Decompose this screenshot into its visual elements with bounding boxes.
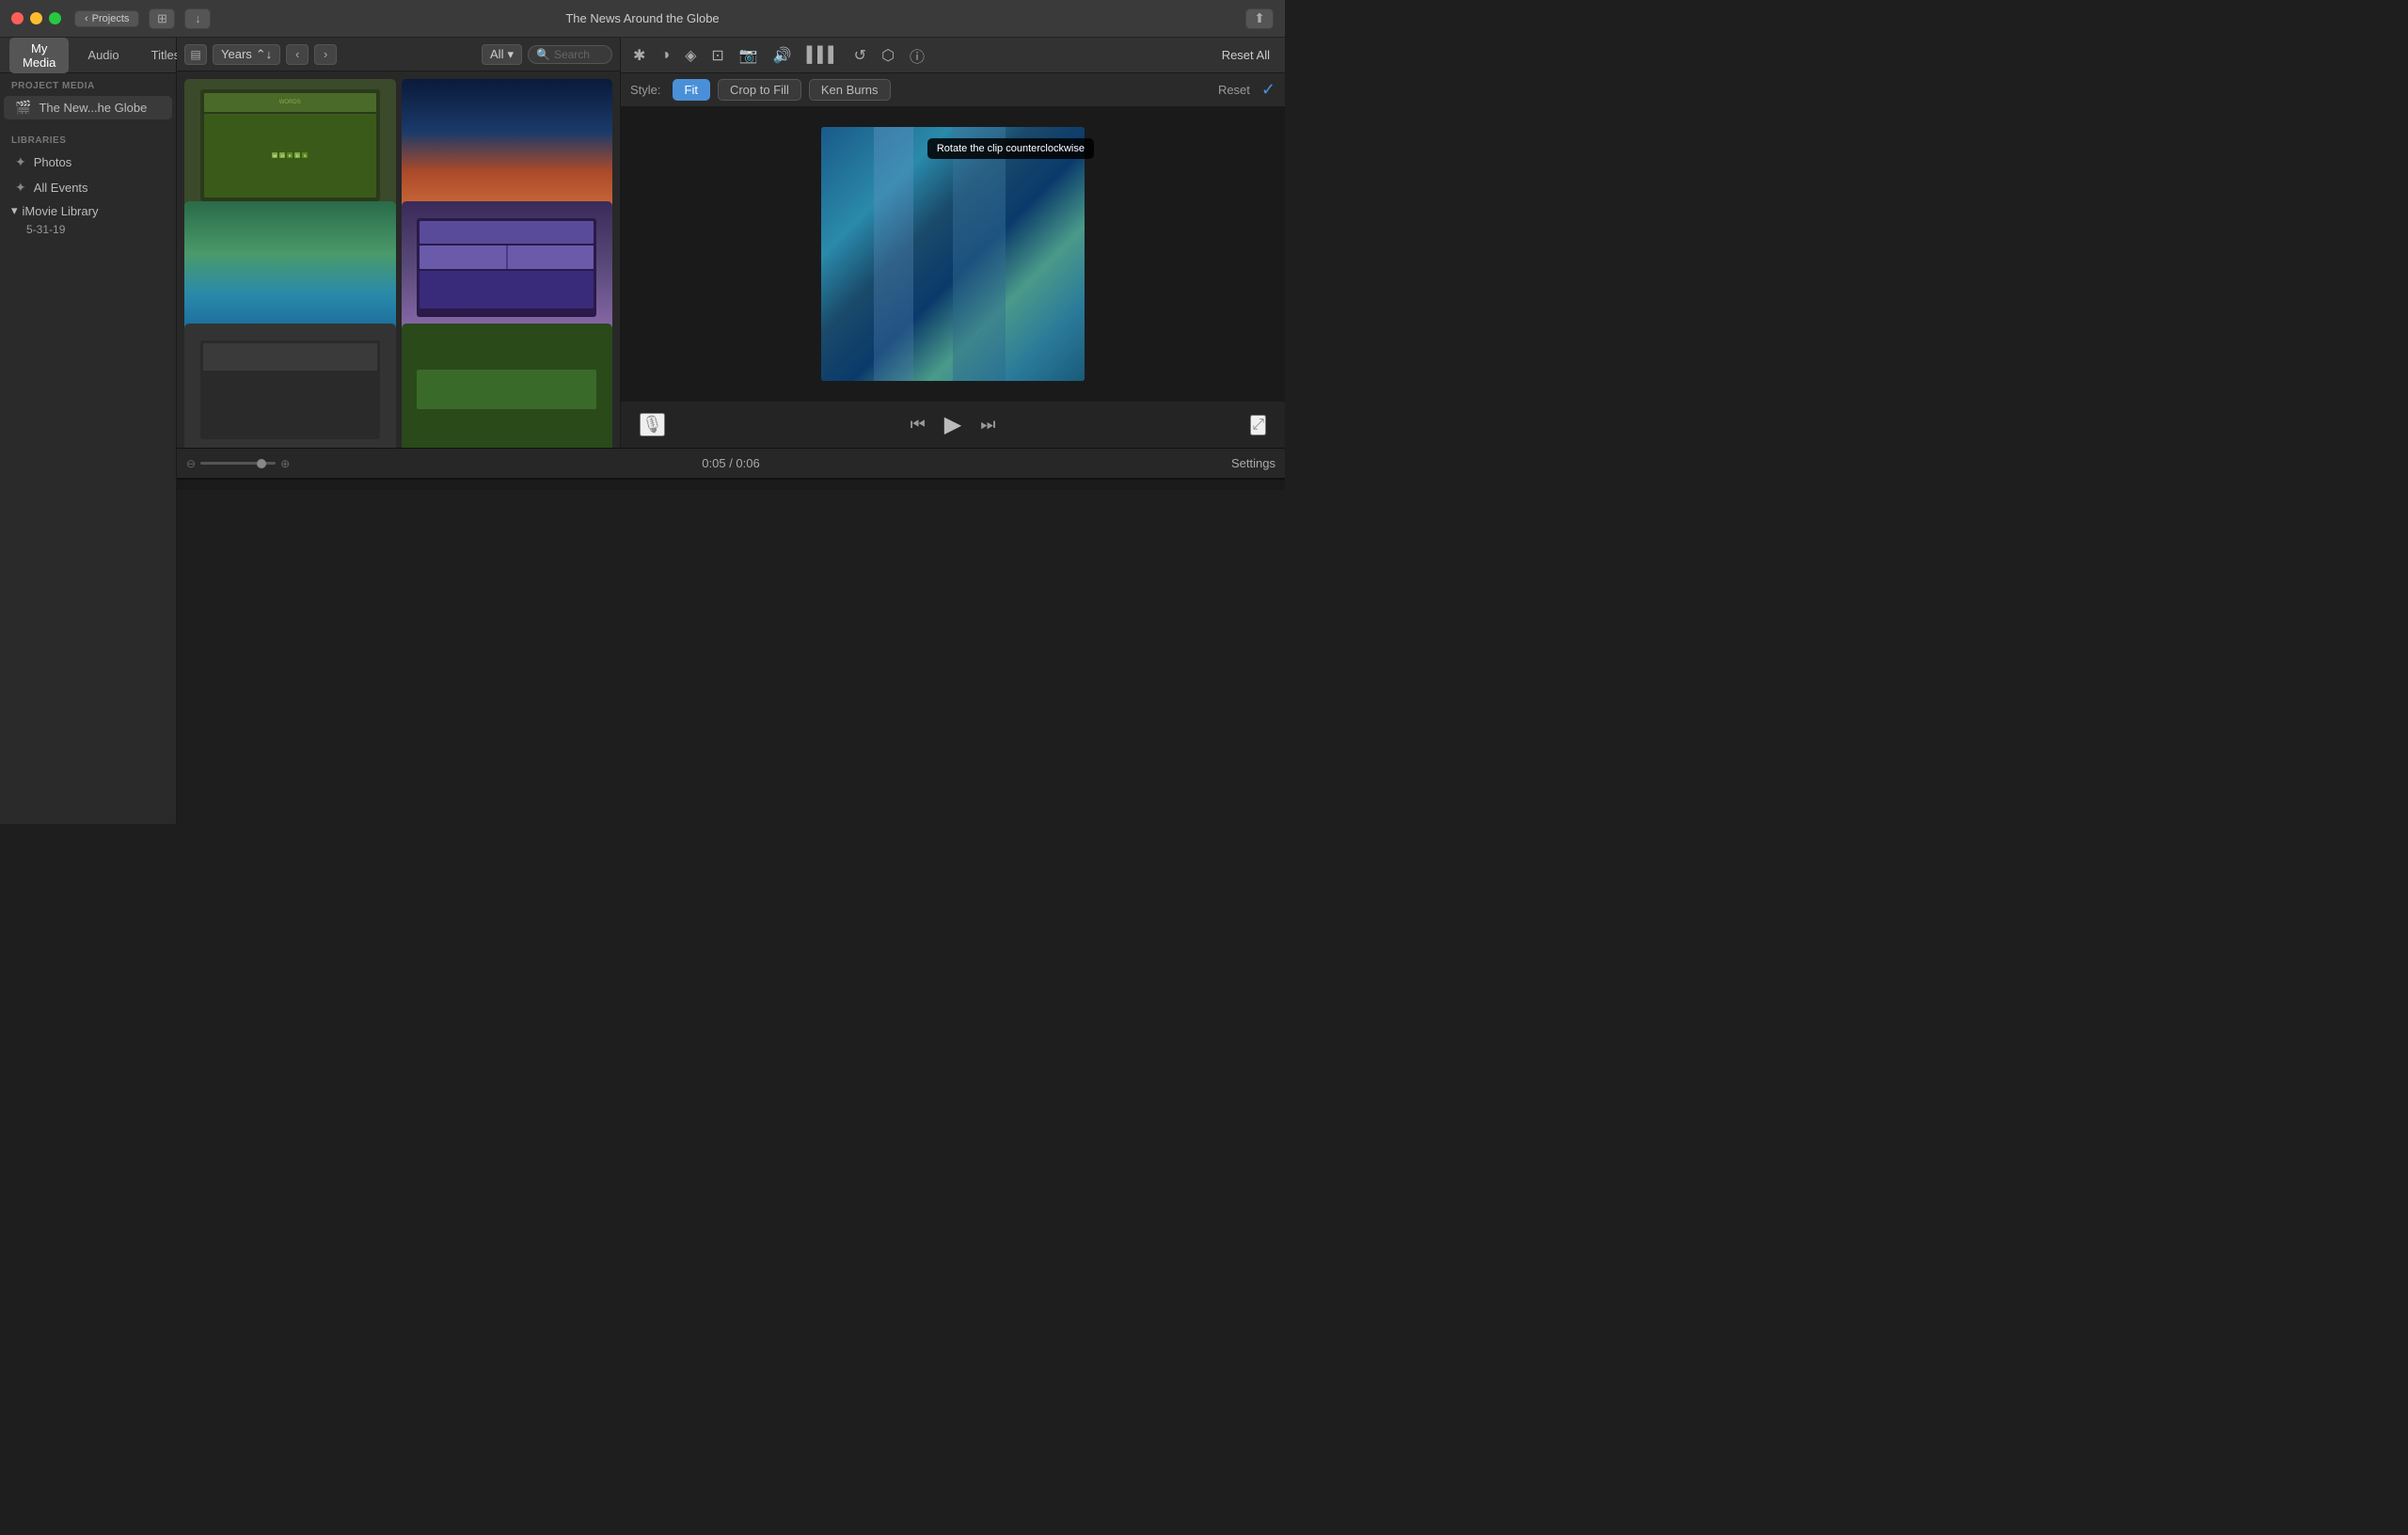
titlebar-icons: ⊞ ↓ — [149, 8, 211, 29]
timeline-section: ⊖ ⊕ 0:05 / 0:06 Settings — [177, 448, 1285, 824]
nav-left-button[interactable]: ‹ — [286, 44, 309, 65]
overlay-icon[interactable]: ⬡ — [879, 43, 897, 68]
sidebar-item-date[interactable]: 5-31-19 — [0, 221, 176, 238]
libraries-label: LIBRARIES — [0, 128, 176, 150]
tab-audio[interactable]: Audio — [74, 44, 132, 66]
share-button[interactable]: ⬆ — [1245, 8, 1274, 29]
all-events-icon: ✦ — [15, 180, 26, 196]
reset-all-button[interactable]: Reset All — [1216, 46, 1275, 64]
zoom-in-icon: ⊕ — [280, 457, 290, 470]
volume-icon[interactable]: 🔊 — [770, 43, 795, 68]
sidebar-item-project[interactable]: 🎬 The New...he Globe — [4, 96, 172, 119]
chevron-down-icon: ▾ — [11, 203, 18, 218]
media-toolbar: ▤ Years ⌃↓ ‹ › All ▾ 🔍 Sea — [177, 38, 620, 71]
media-thumb-1[interactable]: WORDS W O R D S — [184, 79, 396, 211]
sidebar-item-photos[interactable]: ✦ Photos — [4, 150, 172, 174]
project-name: The New...he Globe — [39, 101, 147, 115]
crop-icon[interactable]: ⊡ — [708, 43, 726, 68]
reset-button[interactable]: Reset — [1218, 83, 1250, 97]
app-body: My Media Audio Titles Backgrounds Transi… — [0, 38, 1285, 824]
skip-forward-button[interactable]: ⏭ — [980, 415, 995, 435]
minimize-button[interactable] — [30, 12, 42, 24]
mic-button[interactable]: 🎙 — [640, 413, 665, 436]
app-window: ‹ Projects ⊞ ↓ The News Around the Globe… — [0, 0, 1285, 824]
media-thumb-6[interactable] — [402, 324, 613, 448]
speed-icon[interactable]: ↺ — [851, 43, 869, 68]
all-selector[interactable]: All ▾ — [482, 44, 522, 65]
nav-right-button[interactable]: › — [314, 44, 337, 65]
years-selector[interactable]: Years ⌃↓ — [213, 44, 280, 65]
project-media-label: PROJECT MEDIA — [0, 73, 176, 95]
tab-my-media[interactable]: My Media — [9, 38, 69, 73]
style-controls: Style: Fit Crop to Fill Ken Burns Reset … — [621, 73, 1285, 107]
camera-icon[interactable]: 📷 — [737, 43, 761, 68]
timeline-scrollbar[interactable] — [177, 479, 1285, 490]
media-thumb-2[interactable] — [402, 79, 613, 211]
download-icon[interactable]: ↓ — [184, 8, 211, 29]
fit-button[interactable]: Fit — [673, 79, 710, 101]
media-grid: WORDS W O R D S — [177, 71, 620, 448]
crop-to-fill-button[interactable]: Crop to Fill — [718, 79, 801, 101]
right-col: ▤ Years ⌃↓ ‹ › All ▾ 🔍 Sea — [177, 38, 1285, 824]
film-icon: 🎬 — [15, 100, 31, 116]
sort-icon: ⌃↓ — [256, 47, 272, 62]
window-title: The News Around the Globe — [565, 11, 719, 25]
checkmark-icon[interactable]: ✓ — [1261, 80, 1275, 100]
media-thumb-3[interactable] — [184, 201, 396, 333]
media-thumb-5[interactable] — [184, 324, 396, 448]
video-viewer: Rotate the clip counterclockwise — [621, 107, 1285, 401]
layout-icon[interactable]: ⊞ — [149, 8, 175, 29]
sidebar: My Media Audio Titles Backgrounds Transi… — [0, 38, 177, 824]
projects-button[interactable]: ‹ Projects — [74, 10, 139, 27]
zoom-slider[interactable]: ⊖ ⊕ — [186, 457, 290, 470]
timeline-header: ⊖ ⊕ 0:05 / 0:06 Settings — [177, 449, 1285, 479]
search-field[interactable]: 🔍 Search — [528, 45, 612, 64]
search-icon: 🔍 — [536, 48, 550, 61]
color-icon[interactable]: ◑ — [657, 44, 673, 67]
info-icon[interactable]: ⓘ — [907, 41, 927, 70]
video-content-wrapper: Rotate the clip counterclockwise — [821, 127, 1085, 381]
photos-icon: ✦ — [15, 154, 26, 170]
video-controls: 🎙 ⏮ ▶ ⏭ ⤢ — [621, 401, 1285, 448]
audio-bars-icon[interactable]: ▌▌▌ — [804, 44, 842, 67]
ken-burns-button[interactable]: Ken Burns — [809, 79, 891, 101]
viewer-toolbar: ✱ ◑ ◈ ⊡ 📷 🔊 ▌▌▌ ↺ ⬡ ⓘ Reset All — [621, 38, 1285, 73]
close-button[interactable] — [11, 12, 24, 24]
search-placeholder: Search — [554, 48, 590, 61]
skip-back-button[interactable]: ⏮ — [911, 415, 926, 435]
sidebar-item-imovie-library[interactable]: ▾ iMovie Library — [0, 200, 176, 221]
viewer-panel: ✱ ◑ ◈ ⊡ 📷 🔊 ▌▌▌ ↺ ⬡ ⓘ Reset All — [621, 38, 1285, 448]
zoom-out-icon: ⊖ — [186, 457, 196, 470]
video-content — [821, 127, 1085, 381]
traffic-lights — [11, 12, 61, 24]
maximize-button[interactable] — [49, 12, 61, 24]
style-label: Style: — [630, 83, 661, 97]
zoom-thumb[interactable] — [257, 459, 266, 468]
fullscreen-button[interactable]: ⤢ — [1250, 415, 1266, 435]
sidebar-toggle-button[interactable]: ▤ — [184, 44, 207, 65]
media-browser: ▤ Years ⌃↓ ‹ › All ▾ 🔍 Sea — [177, 38, 621, 448]
play-button[interactable]: ▶ — [944, 411, 961, 438]
enhance-icon[interactable]: ✱ — [630, 43, 648, 68]
time-display: 0:05 / 0:06 — [702, 456, 759, 470]
settings-button[interactable]: Settings — [1231, 456, 1275, 470]
zoom-track[interactable] — [200, 462, 276, 465]
chevron-down-icon: ▾ — [507, 47, 514, 62]
media-thumb-4[interactable] — [402, 201, 613, 333]
upper-section: ▤ Years ⌃↓ ‹ › All ▾ 🔍 Sea — [177, 38, 1285, 448]
main-toolbar: My Media Audio Titles Backgrounds Transi… — [0, 38, 176, 73]
titlebar-right: ⬆ — [1245, 8, 1274, 29]
titlebar: ‹ Projects ⊞ ↓ The News Around the Globe… — [0, 0, 1285, 38]
chevron-left-icon: ‹ — [85, 13, 88, 24]
sidebar-item-all-events[interactable]: ✦ All Events — [4, 176, 172, 199]
palette-icon[interactable]: ◈ — [682, 43, 699, 68]
